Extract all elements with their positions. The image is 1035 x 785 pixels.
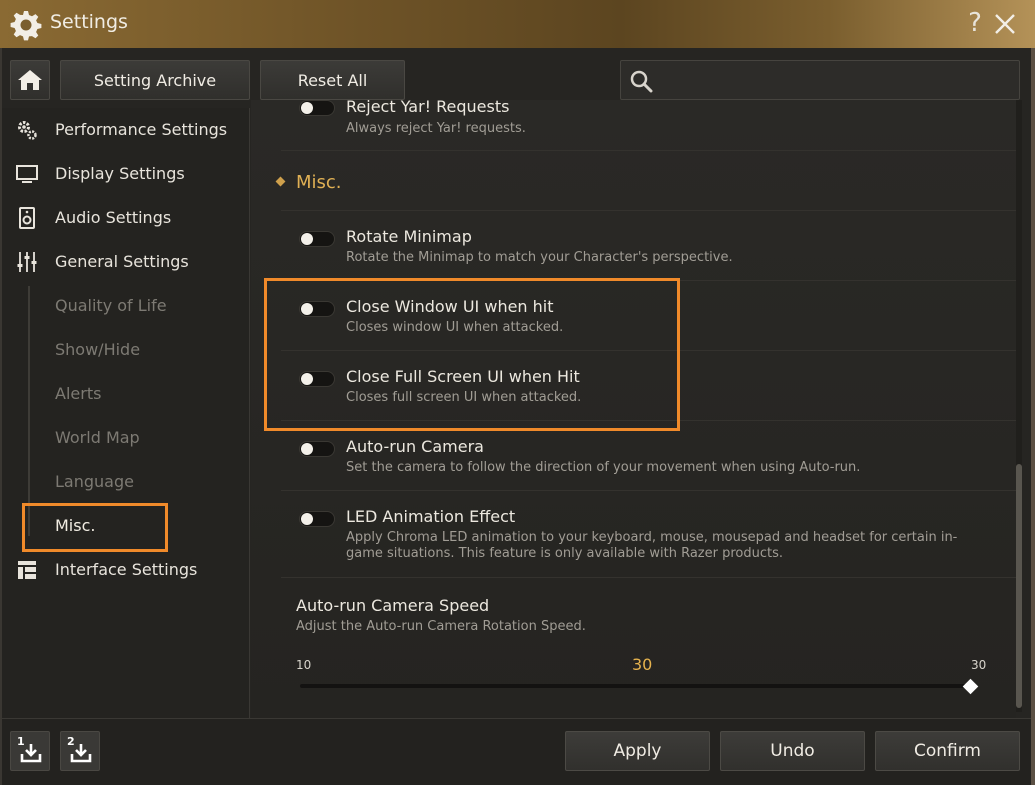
setting-archive-button[interactable]: Setting Archive [60, 60, 250, 100]
hit-options-highlight-box [264, 278, 680, 431]
confirm-button[interactable]: Confirm [875, 731, 1020, 771]
slider-min-label: 10 [296, 658, 312, 672]
sidebar: Performance Settings Display Settings Au… [2, 108, 250, 718]
option-title: Reject Yar! Requests [346, 100, 510, 116]
sliders-icon [17, 252, 37, 272]
option-title: LED Animation Effect [346, 507, 516, 526]
gears-icon [18, 121, 37, 140]
sidebar-item-label: Display Settings [55, 164, 185, 183]
sidebar-item-label: Performance Settings [55, 120, 228, 139]
close-icon[interactable] [992, 10, 1018, 38]
reject-yar-toggle[interactable] [299, 100, 335, 116]
option-row-rotate-minimap: Rotate Minimap Rotate the Minimap to mat… [281, 211, 1016, 281]
sidebar-item-label: General Settings [55, 252, 189, 271]
option-row-reject-yar: Reject Yar! Requests Always reject Yar! … [281, 100, 1016, 151]
diamond-icon [275, 176, 286, 187]
section-title-misc: Misc. [275, 172, 342, 193]
apply-button[interactable]: Apply [565, 731, 710, 771]
sidebar-subitem-show-hide[interactable]: Show/Hide [55, 340, 140, 359]
camera-speed-slider-track[interactable] [300, 684, 972, 688]
scrollbar-thumb[interactable] [1016, 464, 1022, 708]
sidebar-item-interface[interactable]: Interface Settings [2, 550, 250, 590]
sidebar-subitem-quality-of-life[interactable]: Quality of Life [55, 296, 167, 315]
sidebar-item-label: Interface Settings [55, 560, 198, 579]
gear-icon [10, 11, 42, 41]
option-row-led-animation: LED Animation Effect Apply Chroma LED an… [281, 491, 1016, 578]
home-button[interactable] [10, 60, 50, 100]
option-row-auto-run-camera: Auto-run Camera Set the camera to follow… [281, 421, 1016, 491]
option-description: Set the camera to follow the direction o… [346, 460, 861, 475]
sidebar-subitem-language[interactable]: Language [55, 472, 134, 491]
content-scrollbar[interactable] [1016, 100, 1022, 712]
help-button[interactable]: ? [963, 8, 987, 38]
search-icon [630, 70, 653, 93]
undo-button[interactable]: Undo [720, 731, 865, 771]
layout-icon [18, 561, 36, 579]
search-input[interactable] [661, 65, 1011, 95]
preset-2-save-button[interactable]: 2 [60, 731, 100, 771]
preset-1-save-button[interactable]: 1 [10, 731, 50, 771]
sidebar-item-performance[interactable]: Performance Settings [2, 110, 250, 150]
led-animation-toggle[interactable] [299, 511, 335, 527]
speaker-icon [19, 207, 35, 229]
submenu-guide-line [28, 286, 30, 536]
title-bar: Settings ? [0, 0, 1035, 48]
slider-max-label: 30 [971, 658, 987, 672]
option-title: Rotate Minimap [346, 227, 472, 246]
misc-highlight-box [22, 503, 168, 552]
option-description: Always reject Yar! requests. [346, 121, 526, 136]
slider-description: Adjust the Auto-run Camera Rotation Spee… [296, 619, 586, 634]
sidebar-item-general[interactable]: General Settings [2, 242, 250, 282]
window-title: Settings [50, 11, 128, 33]
search-box[interactable] [620, 60, 1020, 100]
sidebar-item-label: Audio Settings [55, 208, 172, 227]
sidebar-subitem-world-map[interactable]: World Map [55, 428, 140, 447]
sidebar-item-audio[interactable]: Audio Settings [2, 198, 250, 238]
home-icon [18, 70, 42, 90]
sidebar-subitem-alerts[interactable]: Alerts [55, 384, 101, 403]
sidebar-item-display[interactable]: Display Settings [2, 154, 250, 194]
slider-title: Auto-run Camera Speed [296, 596, 490, 615]
reset-all-button[interactable]: Reset All [260, 60, 405, 100]
option-description: Apply Chroma LED animation to your keybo… [346, 530, 958, 561]
camera-speed-slider-handle[interactable] [962, 678, 979, 695]
rotate-minimap-toggle[interactable] [299, 231, 335, 247]
download-icon [20, 744, 42, 763]
monitor-icon [16, 165, 38, 183]
option-title: Auto-run Camera [346, 437, 484, 456]
option-description: Rotate the Minimap to match your Charact… [346, 250, 733, 265]
slider-current-value: 30 [632, 655, 653, 674]
auto-run-camera-toggle[interactable] [299, 441, 335, 457]
download-icon [70, 744, 92, 763]
